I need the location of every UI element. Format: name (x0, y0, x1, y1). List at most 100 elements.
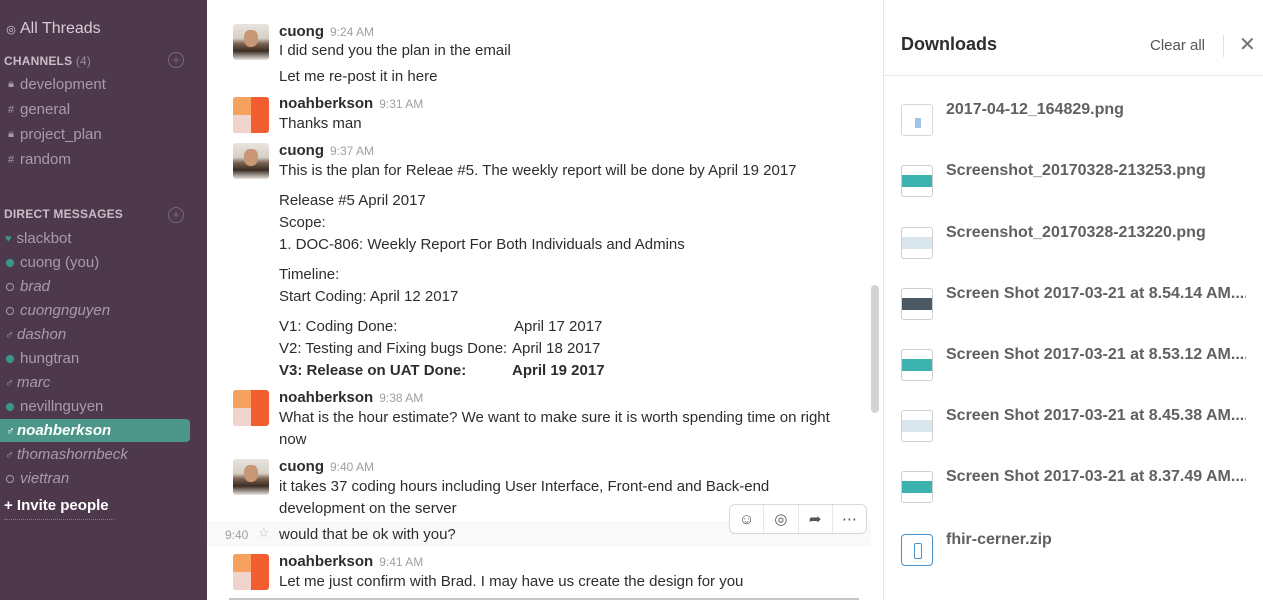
message-timestamp[interactable]: 9:31 AM (379, 97, 423, 111)
message-author[interactable]: cuong 9:40 AM (279, 458, 374, 475)
dm-item-cuongnguyen[interactable]: cuongnguyen (4, 302, 110, 319)
timeline-date: April 18 2017 (512, 340, 601, 357)
file-thumbnail (901, 227, 933, 259)
message-text: Let me re-post it in here (279, 68, 438, 85)
online-status-icon (6, 402, 14, 411)
hash-icon: # (7, 103, 15, 116)
away-status-icon (6, 474, 14, 483)
add-channel-icon[interactable]: + (168, 52, 184, 68)
dm-item-slackbot[interactable]: ♥ slackbot (4, 230, 72, 247)
dm-item-dashon[interactable]: ♂ dashon (4, 326, 66, 343)
downloads-title: Downloads (901, 34, 998, 54)
online-status-icon (6, 258, 14, 267)
message-text: now (279, 431, 307, 448)
sidebar-item-general[interactable]: # general (4, 101, 70, 118)
dm-item-cuong[interactable]: cuong (you) (4, 254, 99, 271)
message-text: would that be ok with you? (279, 526, 456, 543)
download-item[interactable]: Screenshot_20170328-213253.png (901, 162, 1251, 202)
share-icon[interactable]: ➦ (799, 505, 833, 533)
sidebar-item-project-plan[interactable]: 🔒︎ project_plan (4, 126, 102, 143)
sidebar-item-random[interactable]: # random (4, 151, 71, 168)
invite-people-link[interactable]: + Invite people (4, 497, 109, 514)
message-text: Start Coding: April 12 2017 (279, 288, 459, 305)
file-thumbnail (901, 349, 933, 381)
lock-icon: 🔒︎ (8, 128, 14, 140)
timeline-date: April 17 2017 (514, 318, 603, 335)
download-item[interactable]: Screen Shot 2017-03-21 at 8.45.38 AM.... (901, 407, 1251, 447)
dm-item-marc[interactable]: ♂ marc (4, 374, 50, 391)
message-timestamp[interactable]: 9:40 (225, 528, 248, 542)
message-author[interactable]: noahberkson 9:41 AM (279, 553, 423, 570)
avatar[interactable] (233, 390, 269, 426)
message-timestamp[interactable]: 9:24 AM (330, 25, 374, 39)
timeline-label: V1: Coding Done: (279, 318, 398, 335)
download-file-name: Screen Shot 2017-03-21 at 8.37.49 AM.... (946, 468, 1246, 485)
message-timestamp[interactable]: 9:40 AM (330, 460, 374, 474)
divider (1223, 35, 1224, 57)
avatar[interactable] (233, 459, 269, 495)
timeline-label: V2: Testing and Fixing bugs Done: (279, 340, 508, 357)
message-author[interactable]: cuong 9:37 AM (279, 142, 374, 159)
avatar[interactable] (233, 97, 269, 133)
start-thread-icon[interactable]: ◎ (764, 505, 799, 533)
timeline-date: April 19 2017 (512, 362, 605, 379)
away-status-icon (6, 282, 14, 291)
file-thumbnail (901, 165, 933, 197)
message-author[interactable]: noahberkson 9:31 AM (279, 95, 423, 112)
message-text: Timeline: (279, 266, 340, 283)
download-item[interactable]: 2017-04-12_164829.png (901, 101, 1251, 141)
male-icon: ♂ (5, 327, 14, 342)
avatar[interactable] (233, 24, 269, 60)
more-actions-icon[interactable]: ⋯ (833, 505, 866, 533)
hash-icon: # (7, 153, 15, 166)
message-text: Release #5 April 2017 (279, 192, 426, 209)
file-thumbnail (901, 410, 933, 442)
file-thumbnail (901, 104, 933, 136)
dm-item-viettran[interactable]: viettran (4, 470, 69, 487)
add-dm-icon[interactable]: + (168, 207, 184, 223)
message-author[interactable]: cuong 9:24 AM (279, 23, 374, 40)
dm-item-thomashornbeck[interactable]: ♂ thomashornbeck (4, 446, 128, 463)
message-author[interactable]: noahberkson 9:38 AM (279, 389, 423, 406)
sidebar-item-development[interactable]: 🔒︎ development (4, 76, 106, 93)
download-file-name: 2017-04-12_164829.png (946, 101, 1124, 118)
dm-item-hungtran[interactable]: hungtran (4, 350, 79, 367)
download-file-name: Screenshot_20170328-213220.png (946, 224, 1206, 241)
message-timestamp[interactable]: 9:37 AM (330, 144, 374, 158)
file-thumbnail (901, 471, 933, 503)
downloads-header: Downloads Clear all ✕ (884, 18, 1263, 76)
dm-item-brad[interactable]: brad (4, 278, 50, 295)
download-item[interactable]: Screen Shot 2017-03-21 at 8.37.49 AM.... (901, 468, 1251, 508)
message-text: it takes 37 coding hours including User … (279, 478, 770, 495)
sidebar: ◎ All Threads CHANNELS (4) + 🔒︎ developm… (0, 0, 207, 600)
message-timestamp[interactable]: 9:38 AM (379, 391, 423, 405)
download-item[interactable]: fhir-cerner.zip (901, 531, 1251, 571)
channels-header[interactable]: CHANNELS (4) (4, 54, 91, 68)
message-text: development on the server (279, 500, 457, 517)
dm-item-noahberkson[interactable]: ♂ noahberkson (4, 422, 111, 439)
message-timestamp[interactable]: 9:41 AM (379, 555, 423, 569)
message-text: 1. DOC-806: Weekly Report For Both Indiv… (279, 236, 685, 253)
clear-all-button[interactable]: Clear all (1150, 37, 1205, 54)
download-item[interactable]: Screen Shot 2017-03-21 at 8.54.14 AM.... (901, 285, 1251, 325)
avatar[interactable] (233, 554, 269, 590)
male-icon: ♂ (5, 447, 14, 462)
download-item[interactable]: Screenshot_20170328-213220.png (901, 224, 1251, 264)
message-text: What is the hour estimate? We want to ma… (279, 409, 830, 426)
downloads-panel: Downloads Clear all ✕ 2017-04-12_164829.… (883, 0, 1263, 600)
direct-messages-header[interactable]: DIRECT MESSAGES (4, 207, 123, 221)
add-reaction-icon[interactable]: ☺ (730, 505, 765, 533)
download-item[interactable]: Screen Shot 2017-03-21 at 8.53.12 AM.... (901, 346, 1251, 386)
download-file-name: Screen Shot 2017-03-21 at 8.53.12 AM.... (946, 346, 1246, 363)
male-icon: ♂ (5, 423, 14, 438)
message-text: Thanks man (279, 115, 362, 132)
lock-icon: 🔒︎ (8, 78, 14, 90)
dm-item-nevillnguyen[interactable]: nevillnguyen (4, 398, 103, 415)
message-actions-toolbar: ☺ ◎ ➦ ⋯ (729, 504, 867, 534)
top-bar (207, 0, 883, 18)
avatar[interactable] (233, 143, 269, 179)
all-threads-link[interactable]: ◎ All Threads (4, 20, 100, 38)
close-icon[interactable]: ✕ (1239, 32, 1256, 57)
star-icon[interactable]: ☆ (258, 525, 270, 541)
scrollbar[interactable] (871, 285, 879, 413)
